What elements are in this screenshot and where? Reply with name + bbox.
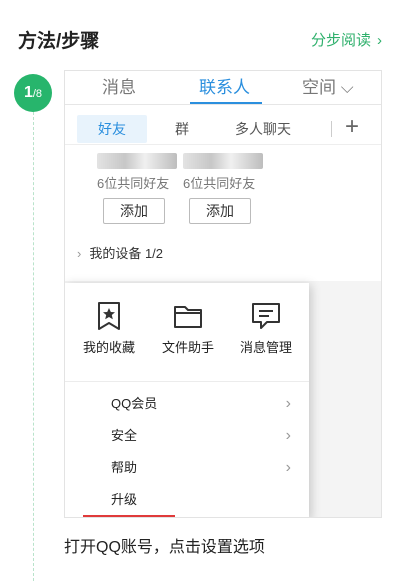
subtab-groups[interactable]: 群 xyxy=(175,115,189,143)
folder-icon xyxy=(174,306,202,328)
menu-item-label: 帮助 xyxy=(111,460,138,475)
chevron-right-icon: › xyxy=(77,246,82,261)
blurred-name xyxy=(97,153,177,169)
chevron-right-icon: › xyxy=(285,459,291,476)
menu-item-help[interactable]: 帮助 › xyxy=(111,453,301,483)
menu-item-security[interactable]: 安全 › xyxy=(111,421,301,451)
popup-shortcuts: 我的收藏 文件助手 消息管理 xyxy=(65,297,309,377)
my-favorites-button[interactable]: 我的收藏 xyxy=(69,297,149,356)
file-assistant-button[interactable]: 文件助手 xyxy=(148,297,228,356)
message-management-button[interactable]: 消息管理 xyxy=(226,297,306,356)
tab-zone[interactable]: 空间 ⌵ xyxy=(302,73,354,98)
timeline-line xyxy=(33,112,34,581)
message-icon xyxy=(252,303,280,329)
step-current: 1 xyxy=(23,84,33,101)
qq-top-tabs: 消息 联系人 空间 ⌵ xyxy=(65,71,381,105)
recommended-friend: 6位共同好友 添加 xyxy=(97,153,177,224)
qq-screenshot: 消息 联系人 空间 ⌵ 好友 群 多人聊天 + 6位共同好友 添加 6位共同好友… xyxy=(64,70,382,518)
step-total: /8 xyxy=(32,88,43,100)
add-icon[interactable]: + xyxy=(345,113,359,141)
contact-subtabs: 好友 群 多人聊天 + xyxy=(65,109,381,145)
chevron-right-icon: › xyxy=(377,32,382,49)
favorites-label: 我的收藏 xyxy=(82,340,135,355)
group-my-devices[interactable]: › 我的设备 1/2 xyxy=(77,243,163,262)
divider xyxy=(65,381,309,382)
file-assistant-label: 文件助手 xyxy=(161,340,214,355)
blurred-name xyxy=(183,153,263,169)
menu-item-upgrade[interactable]: 升级 xyxy=(111,485,301,515)
tab-messages[interactable]: 消息 xyxy=(102,73,136,98)
mutual-friends-count: 6位共同好友 xyxy=(183,176,256,191)
active-tab-indicator xyxy=(190,102,262,104)
section-title: 方法/步骤 xyxy=(18,31,100,52)
mutual-friends-count: 6位共同好友 xyxy=(97,176,170,191)
step-caption: 打开QQ账号，点击设置选项 xyxy=(64,539,265,556)
chevron-right-icon: › xyxy=(285,395,291,412)
divider xyxy=(331,121,332,137)
recommended-friend: 6位共同好友 添加 xyxy=(183,153,263,224)
subtab-friends[interactable]: 好友 xyxy=(77,115,147,143)
subtab-multi-chat[interactable]: 多人聊天 xyxy=(235,115,291,143)
menu-item-qq-vip[interactable]: QQ会员 › xyxy=(111,389,301,419)
article-header: 方法/步骤 分步阅读 › xyxy=(0,0,400,76)
step-read-link[interactable]: 分步阅读 › xyxy=(311,29,382,50)
settings-popup-menu: 我的收藏 文件助手 消息管理 QQ会员 › 安全 › 帮助 › 升级 xyxy=(65,283,309,517)
step-badge: 1/8 xyxy=(14,74,52,112)
highlight-underline xyxy=(83,515,175,517)
add-friend-button[interactable]: 添加 xyxy=(189,198,251,224)
message-management-label: 消息管理 xyxy=(239,340,292,355)
step-read-label: 分步阅读 xyxy=(310,32,371,49)
tab-contacts[interactable]: 联系人 xyxy=(199,73,250,98)
menu-item-label: QQ会员 xyxy=(111,396,158,411)
chevron-right-icon: › xyxy=(285,427,291,444)
star-bookmark-icon xyxy=(98,302,120,330)
group-label: 我的设备 1/2 xyxy=(89,246,164,261)
menu-item-label: 安全 xyxy=(111,428,138,443)
menu-item-label: 升级 xyxy=(111,492,138,507)
add-friend-button[interactable]: 添加 xyxy=(103,198,165,224)
